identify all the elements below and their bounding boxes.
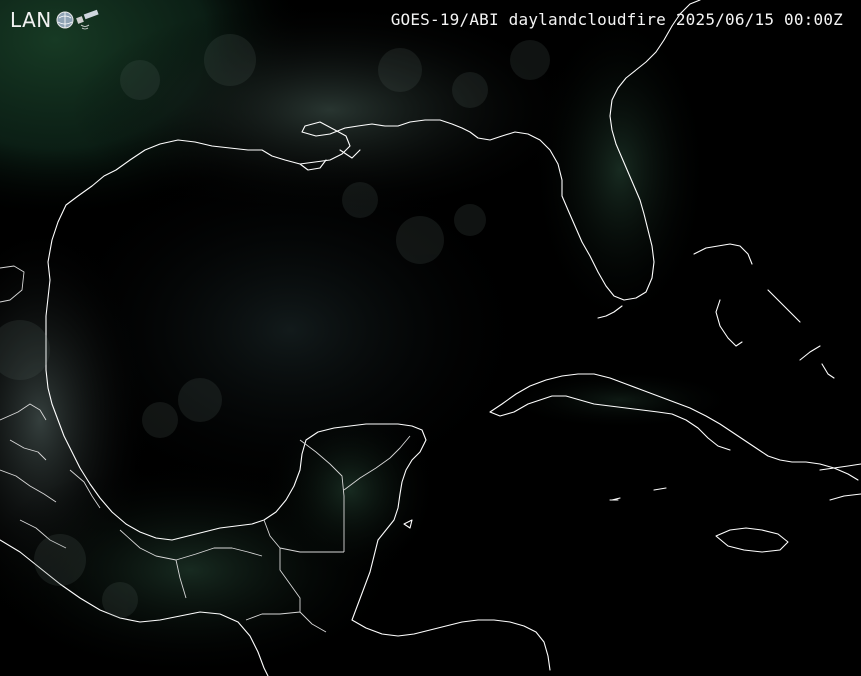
satellite-globe-icon bbox=[56, 9, 99, 30]
lanot-logo: LAN bbox=[10, 9, 103, 31]
satellite-image bbox=[0, 0, 861, 676]
land-yucatan bbox=[260, 400, 440, 580]
image-title: GOES-19/ABI daylandcloudfire 2025/06/15 … bbox=[390, 10, 843, 29]
land-cuba bbox=[500, 370, 740, 430]
logo-text: LAN bbox=[10, 8, 52, 32]
land-florida bbox=[530, 10, 710, 330]
